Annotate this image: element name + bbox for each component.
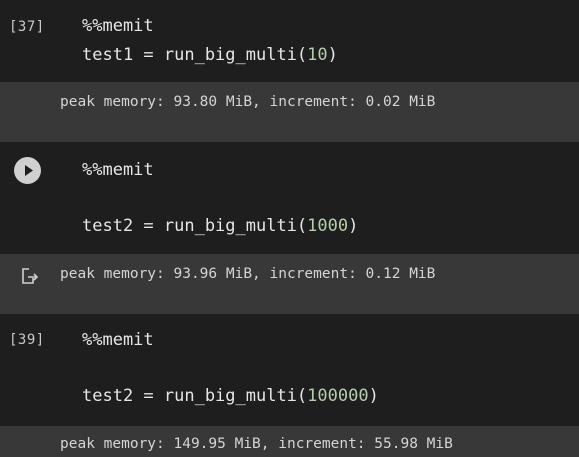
code-line[interactable]: %%memit (82, 16, 154, 36)
output-text: peak memory: 149.95 MiB, increment: 55.9… (60, 436, 453, 452)
code-line[interactable]: %%memit (82, 330, 154, 350)
output-area-3: peak memory: 149.95 MiB, increment: 55.9… (0, 426, 579, 457)
execution-count: [39] (9, 332, 45, 348)
code-cell-3[interactable]: [39] %%memit test2 = run_big_multi(10000… (0, 314, 579, 426)
output-arrow-icon[interactable] (20, 266, 40, 286)
output-area-1: peak memory: 93.80 MiB, increment: 0.02 … (0, 82, 579, 142)
play-icon[interactable] (14, 157, 41, 184)
code-line[interactable]: test1 = run_big_multi(10) (82, 45, 338, 65)
code-line[interactable]: test2 = run_big_multi(1000) (82, 216, 358, 236)
output-area-2: peak memory: 93.96 MiB, increment: 0.12 … (0, 254, 579, 314)
code-line[interactable]: test2 = run_big_multi(100000) (82, 386, 379, 406)
code-cell-2[interactable]: %%memit test2 = run_big_multi(1000) (0, 142, 579, 254)
code-line[interactable]: %%memit (82, 160, 154, 180)
output-text: peak memory: 93.96 MiB, increment: 0.12 … (60, 266, 436, 282)
code-cell-1[interactable]: [37] %%memit test1 = run_big_multi(10) (0, 0, 579, 82)
output-text: peak memory: 93.80 MiB, increment: 0.02 … (60, 94, 436, 110)
execution-count: [37] (9, 19, 45, 35)
